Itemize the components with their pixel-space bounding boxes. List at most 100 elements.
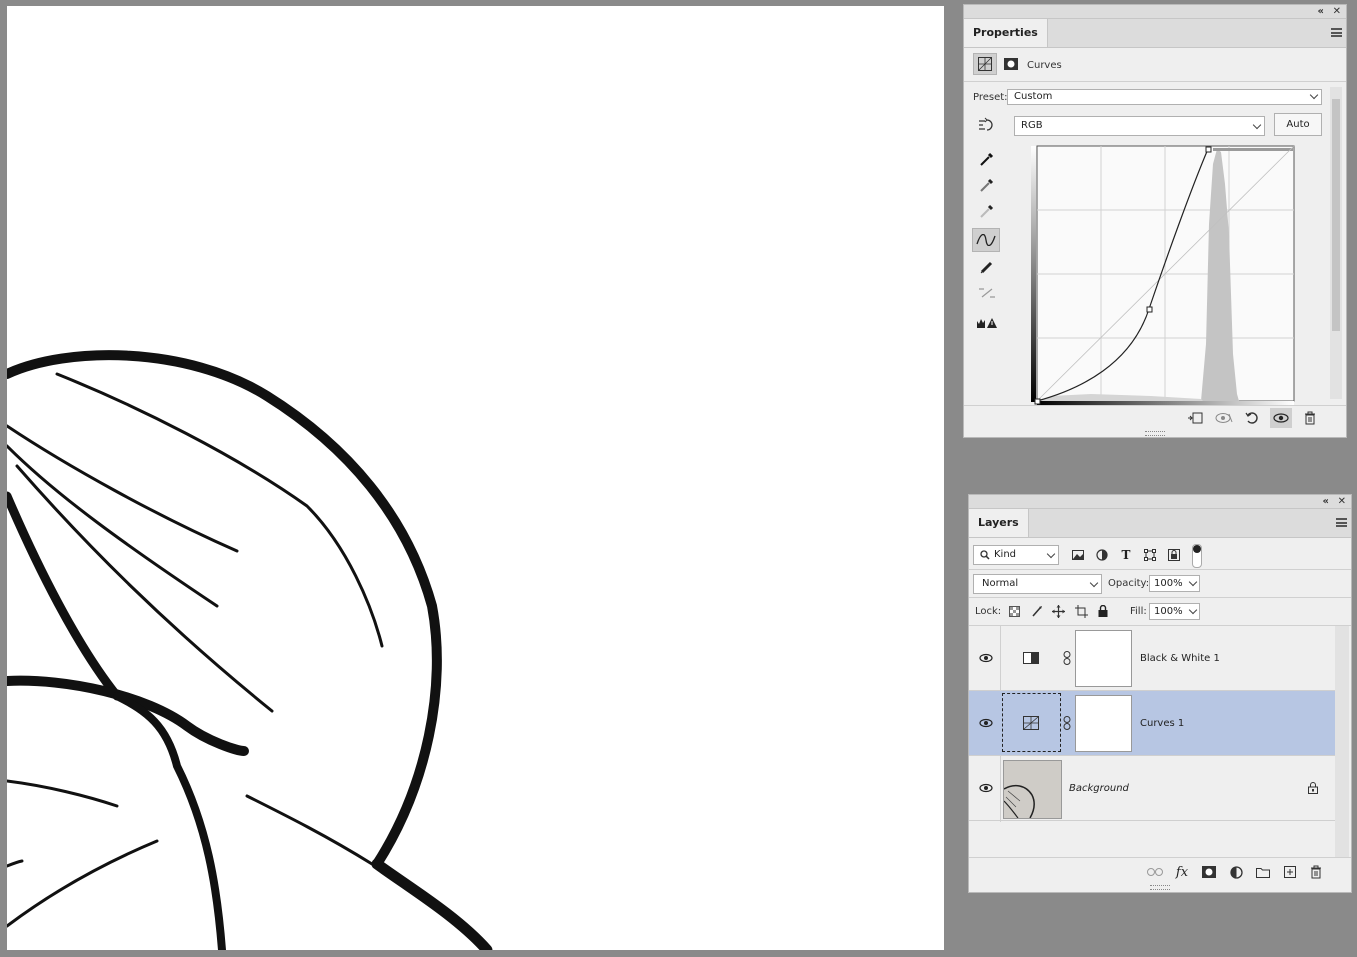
new-group-icon[interactable] — [1254, 863, 1272, 881]
resize-grip[interactable] — [1145, 431, 1165, 436]
smooth-curve-icon[interactable] — [973, 281, 1001, 305]
lock-artboard-icon[interactable] — [1072, 602, 1090, 620]
new-adjustment-icon[interactable] — [1227, 863, 1245, 881]
opacity-label: Opacity: — [1108, 578, 1150, 589]
layer-name[interactable]: Curves 1 — [1140, 718, 1184, 729]
curve-points-icon[interactable] — [972, 228, 1000, 252]
preset-dropdown[interactable]: Custom — [1007, 89, 1322, 105]
chevron-down-icon — [1188, 605, 1198, 615]
scrollbar-thumb[interactable] — [1332, 99, 1340, 331]
visibility-eye-icon[interactable] — [979, 783, 993, 793]
fill-value: 100% — [1154, 606, 1183, 617]
sample-black-eyedropper-icon[interactable] — [973, 147, 1001, 171]
layer-name[interactable]: Black & White 1 — [1140, 653, 1220, 664]
layer-mask-icon[interactable] — [999, 53, 1023, 75]
background-thumbnail[interactable] — [1003, 760, 1062, 819]
properties-tab-row: Properties — [964, 19, 1346, 48]
divider — [969, 857, 1351, 858]
curve-point[interactable] — [1205, 146, 1212, 153]
lock-transparent-icon[interactable] — [1005, 602, 1023, 620]
opacity-field[interactable]: 100% — [1149, 575, 1200, 592]
link-layers-icon[interactable] — [1146, 863, 1164, 881]
fill-field[interactable]: 100% — [1149, 603, 1200, 620]
new-layer-icon[interactable] — [1281, 863, 1299, 881]
visibility-eye-icon[interactable] — [979, 653, 993, 663]
preset-label: Preset: — [973, 92, 1008, 103]
delete-icon[interactable] — [1301, 409, 1319, 427]
filter-adjustment-icon[interactable] — [1093, 546, 1111, 564]
chevron-down-icon — [1252, 120, 1262, 130]
blend-mode-value: Normal — [982, 578, 1019, 589]
opacity-value: 100% — [1154, 578, 1183, 589]
close-panel-icon[interactable]: ✕ — [1338, 495, 1346, 508]
delete-layer-icon[interactable] — [1307, 863, 1325, 881]
collapse-panel-icon[interactable]: « — [1323, 495, 1329, 508]
resize-grip[interactable] — [1150, 885, 1170, 890]
layers-list: Black & White 1 Curves 1 Background — [969, 626, 1335, 856]
layer-row-black-white[interactable]: Black & White 1 — [969, 626, 1335, 691]
fill-label: Fill: — [1130, 606, 1147, 617]
layers-panel: « ✕ Layers Kind T Normal Opacity: 100% L… — [968, 494, 1352, 893]
close-panel-icon[interactable]: ✕ — [1333, 5, 1341, 18]
target-adjust-icon[interactable] — [973, 113, 1001, 137]
filter-toggle-icon[interactable] — [1192, 544, 1202, 568]
panel-topbar: « ✕ — [964, 5, 1346, 19]
filter-smart-object-icon[interactable] — [1165, 546, 1183, 564]
layer-mask-thumbnail[interactable] — [1075, 695, 1132, 752]
search-icon — [980, 550, 990, 560]
channel-dropdown[interactable]: RGB — [1014, 116, 1265, 136]
sample-gray-eyedropper-icon[interactable] — [973, 173, 1001, 197]
curves-adjustment-icon — [1023, 716, 1039, 730]
visibility-icon[interactable] — [1270, 408, 1292, 428]
panel-menu-icon[interactable] — [1336, 518, 1347, 527]
layer-row-curves[interactable]: Curves 1 — [969, 691, 1335, 756]
filter-pixel-icon[interactable] — [1069, 546, 1087, 564]
divider — [969, 597, 1351, 598]
properties-panel: « ✕ Properties Curves Preset: Custom RGB… — [963, 4, 1347, 438]
pencil-draw-icon[interactable] — [973, 255, 1001, 279]
panel-menu-icon[interactable] — [1331, 28, 1342, 37]
clip-to-layer-icon[interactable] — [1186, 409, 1204, 427]
panel-topbar: « ✕ — [969, 495, 1351, 509]
curves-graph[interactable] — [1031, 144, 1296, 406]
clipping-warning-icon[interactable] — [973, 311, 1001, 335]
channel-value: RGB — [1021, 120, 1043, 131]
lock-pixels-icon[interactable] — [1028, 602, 1046, 620]
chevron-down-icon — [1089, 578, 1099, 588]
add-mask-icon[interactable] — [1200, 863, 1218, 881]
filter-kind-dropdown[interactable]: Kind — [973, 545, 1059, 565]
tab-properties[interactable]: Properties — [964, 19, 1048, 47]
collapse-panel-icon[interactable]: « — [1318, 5, 1324, 18]
view-previous-icon[interactable] — [1215, 409, 1233, 427]
lock-icon — [1308, 782, 1318, 794]
line-art-drawing — [7, 350, 493, 950]
curve-point[interactable] — [1146, 306, 1153, 313]
layer-row-background[interactable]: Background — [969, 756, 1335, 821]
divider — [969, 569, 1351, 570]
mask-link-icon[interactable] — [1063, 651, 1071, 665]
document-canvas[interactable] — [7, 6, 944, 950]
layer-name[interactable]: Background — [1069, 783, 1129, 794]
divider — [964, 405, 1346, 406]
black-white-adjustment-icon — [1023, 652, 1039, 664]
visibility-eye-icon[interactable] — [979, 718, 993, 728]
filter-shape-icon[interactable] — [1141, 546, 1159, 564]
reset-icon[interactable] — [1243, 409, 1261, 427]
properties-scrollbar[interactable] — [1330, 87, 1342, 399]
filter-type-icon[interactable]: T — [1117, 546, 1135, 564]
layers-tab-row: Layers — [969, 509, 1351, 538]
sample-white-eyedropper-icon[interactable] — [973, 199, 1001, 223]
layers-scrollbar[interactable] — [1335, 626, 1349, 857]
lock-position-icon[interactable] — [1049, 602, 1067, 620]
layer-mask-thumbnail[interactable] — [1075, 630, 1132, 687]
lock-label: Lock: — [975, 606, 1002, 617]
lock-all-icon[interactable] — [1094, 602, 1112, 620]
curves-adjustment-icon[interactable] — [973, 53, 997, 75]
adjustment-type-label: Curves — [1027, 60, 1062, 71]
fx-icon[interactable]: fx — [1173, 863, 1191, 881]
tab-layers[interactable]: Layers — [969, 509, 1029, 537]
blend-mode-dropdown[interactable]: Normal — [973, 574, 1102, 594]
mask-link-icon[interactable] — [1063, 716, 1071, 730]
auto-button[interactable]: Auto — [1274, 113, 1322, 136]
curve-point[interactable] — [1034, 398, 1041, 405]
